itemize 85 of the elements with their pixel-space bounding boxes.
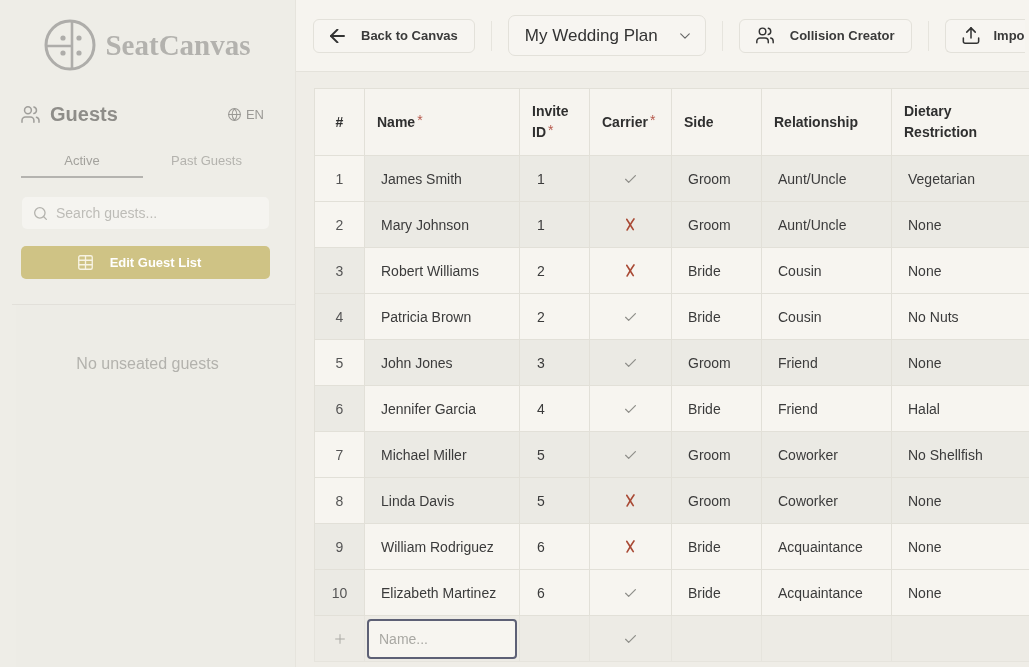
table-cell: Vegetarian — [908, 170, 975, 187]
table-cell: Groom — [688, 354, 731, 371]
globe-icon — [227, 107, 241, 121]
table-cell: Patricia Brown — [381, 308, 472, 325]
upload-icon — [961, 27, 980, 44]
table-cell: No Nuts — [908, 308, 959, 325]
table-cell: 5 — [537, 446, 545, 463]
name-input[interactable]: Name... — [367, 618, 517, 659]
table-cell: Robert Williams — [381, 262, 479, 279]
table-cell: Groom — [688, 492, 731, 509]
table-cell: Friend — [778, 400, 818, 417]
back-to-canvas-button[interactable]: Back to Canvas — [313, 18, 475, 53]
table-cell: John Jones — [381, 354, 453, 371]
row-number: 6 — [335, 400, 344, 417]
column-header: # — [335, 113, 344, 130]
row-number: 1 — [335, 170, 344, 187]
toolbar-button[interactable]: Collision Creator — [738, 18, 912, 53]
plan-dropdown[interactable]: My Wedding Plan — [507, 15, 706, 56]
row-number: 4 — [335, 308, 344, 325]
table-cell: Linda Davis — [381, 492, 455, 509]
row-number: 5 — [335, 354, 344, 371]
table-cell: Elizabeth Martinez — [381, 584, 497, 601]
table-cell: 1 — [537, 170, 545, 187]
table-cell: Halal — [908, 400, 940, 417]
table-cell: Coworker — [778, 492, 838, 509]
table-cell: Michael Miller — [381, 446, 467, 463]
table-cell: 6 — [537, 584, 545, 601]
toolbar-button[interactable]: Impo — [944, 18, 1025, 53]
column-header: Side — [684, 113, 714, 130]
table-cell: William Rodriguez — [381, 538, 494, 555]
row-number: 2 — [335, 216, 344, 233]
table-cell: Aunt/Uncle — [778, 216, 847, 233]
table-cell: None — [908, 492, 942, 509]
table-cell: Jennifer Garcia — [381, 400, 476, 417]
column-header: Relationship — [774, 113, 858, 130]
table-cell: No Shellfish — [908, 446, 983, 463]
panel-title: Guests — [50, 102, 118, 126]
table-cell: 2 — [537, 262, 545, 279]
plus-icon — [334, 633, 345, 644]
table-cell: Cousin — [778, 308, 822, 325]
search-icon — [34, 207, 47, 220]
empty-message: No unseated guests — [76, 355, 219, 373]
column-header: Invite ID* — [532, 103, 569, 140]
table-cell: 5 — [537, 492, 545, 509]
row-number: 9 — [335, 538, 344, 555]
table-cell: None — [908, 538, 942, 555]
row-number: 10 — [331, 584, 348, 601]
search-field[interactable]: Search guests... — [22, 197, 269, 229]
table-cell: Bride — [688, 262, 721, 279]
people-icon — [755, 27, 774, 44]
table-cell: 1 — [537, 216, 545, 233]
table-cell: Groom — [688, 446, 731, 463]
table-icon — [77, 255, 93, 270]
chevron-down-icon — [679, 32, 690, 39]
table-cell: Bride — [688, 584, 721, 601]
row-number: 3 — [335, 262, 344, 279]
column-header: Dietary Restriction — [904, 103, 978, 140]
logo-icon — [44, 19, 97, 71]
table-cell: Bride — [688, 538, 721, 555]
app-logo-text: SeatCanvas — [105, 28, 251, 62]
row-number: 8 — [335, 492, 344, 509]
table-cell: Coworker — [778, 446, 838, 463]
table-cell: Friend — [778, 354, 818, 371]
table-cell: 2 — [537, 308, 545, 325]
table-cell: None — [908, 216, 942, 233]
table-cell: 6 — [537, 538, 545, 555]
row-number: 7 — [335, 446, 344, 463]
table-cell: Aunt/Uncle — [778, 170, 847, 187]
people-icon — [21, 105, 40, 123]
table-cell: Acquaintance — [778, 538, 863, 555]
table-cell: James Smith — [381, 170, 462, 187]
table-cell: Acquaintance — [778, 584, 863, 601]
table-cell: Bride — [688, 400, 721, 417]
column-header: Carrier* — [602, 113, 656, 130]
table-cell: None — [908, 584, 942, 601]
table-cell: 4 — [537, 400, 545, 417]
column-header: Name* — [377, 113, 423, 130]
table-cell: None — [908, 262, 942, 279]
table-cell: Mary Johnson — [381, 216, 469, 233]
table-cell: Groom — [688, 170, 731, 187]
table-cell: Cousin — [778, 262, 822, 279]
table-cell: None — [908, 354, 942, 371]
table-cell: Bride — [688, 308, 721, 325]
table-cell: Groom — [688, 216, 731, 233]
table-cell: 3 — [537, 354, 545, 371]
